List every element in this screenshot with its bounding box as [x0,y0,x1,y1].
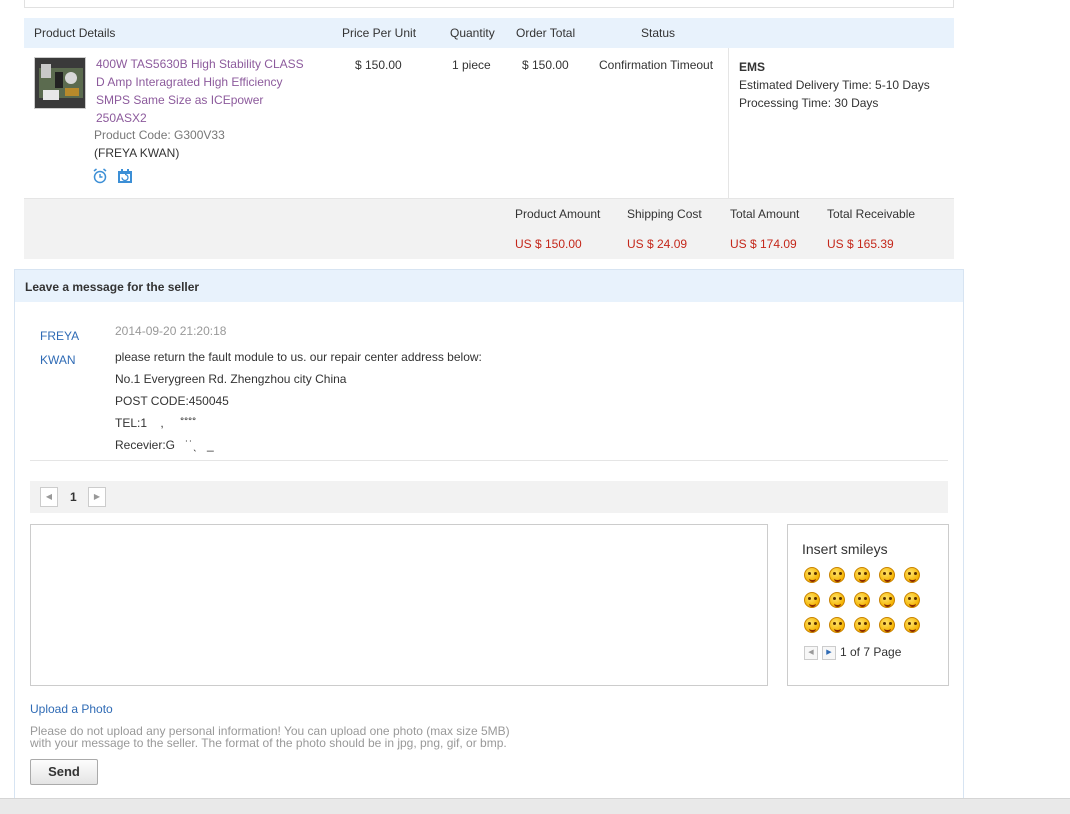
total-receivable-label: Total Receivable [827,207,916,221]
smiley-prev-page-button[interactable]: ◀ [804,646,818,660]
smiley-icon[interactable] [904,567,920,583]
smiley-icon[interactable] [904,617,920,633]
smiley-icon[interactable] [879,567,895,583]
upload-photo-link[interactable]: Upload a Photo [30,702,113,716]
header-price-per-unit: Price Per Unit [342,26,417,40]
page-bottom-bar [0,798,1070,814]
message-timestamp: 2014-09-20 21:20:18 [115,324,227,338]
order-row: 400W TAS5630B High Stability CLASS D Amp… [24,48,954,199]
processing-time-label: Processing Time: [739,96,832,110]
order-total-value: $ 150.00 [522,58,569,72]
smiley-icon[interactable] [854,592,870,608]
header-order-total: Order Total [516,26,576,40]
header-status: Status [641,26,676,40]
message-pagination: ◀ 1 ▶ [30,481,948,513]
previous-section-box [24,0,954,8]
smiley-next-page-button[interactable]: ▶ [822,646,836,660]
product-code: Product Code: G300V33 [94,128,225,142]
message-separator [30,460,948,461]
price-per-unit: $ 150.00 [355,58,402,72]
product-title-line: 400W TAS5630B High Stability CLASS [96,57,304,71]
product-title-line: SMPS Same Size as ICEpower [96,93,264,107]
message-sender[interactable]: FREYA KWAN [40,324,79,372]
smiley-icon[interactable] [829,592,845,608]
prev-page-button[interactable]: ◀ [40,487,58,507]
smiley-icon[interactable] [854,617,870,633]
order-summary: Product Amount Shipping Cost Total Amoun… [24,199,954,259]
total-amount-label: Total Amount [730,207,800,221]
sender-first-name: FREYA [40,329,80,343]
smiley-icon[interactable] [804,567,820,583]
message-panel: Leave a message for the seller FREYA KWA… [14,269,964,814]
upload-note: Please do not upload any personal inform… [30,725,550,749]
processing-time-row: Processing Time: 30 Days [739,94,930,112]
message-panel-title: Leave a message for the seller [25,280,200,294]
product-amount-label: Product Amount [515,207,601,221]
product-thumbnail[interactable] [34,57,86,109]
shipping-method: EMS [739,60,766,74]
calendar-icon[interactable] [117,168,133,187]
upload-note-line: with your message to the seller. The for… [30,736,507,750]
message-line: No.1 Everygreen Rd. Zhengzhou city China [115,372,347,386]
smiley-icon[interactable] [879,592,895,608]
buyer-name: (FREYA KWAN) [94,146,180,160]
smiley-icon[interactable] [829,567,845,583]
alarm-clock-icon[interactable] [92,168,108,187]
processing-time-value: 30 Days [834,96,879,110]
delivery-time-label: Estimated Delivery Time: [739,78,872,92]
smiley-icon[interactable] [879,617,895,633]
quantity-value: 1 piece [452,58,491,72]
smiley-icon[interactable] [804,617,820,633]
sender-last-name: KWAN [40,353,76,367]
smiley-icon[interactable] [804,592,820,608]
header-quantity: Quantity [450,26,495,40]
smiley-icon[interactable] [829,617,845,633]
total-amount-value: US $ 174.09 [730,237,797,251]
total-receivable-value: US $ 165.39 [827,237,894,251]
smiley-page-indicator: 1 of 7 Page [840,645,902,659]
product-action-icons [92,168,139,187]
message-line: Recevier:G ˙˙ˎ _ [115,438,214,452]
send-button[interactable]: Send [30,759,98,785]
next-page-button[interactable]: ▶ [88,487,106,507]
column-divider [728,48,729,198]
header-product-details: Product Details [34,26,116,40]
product-title-line: D Amp Interagrated High Efficiency [96,75,283,89]
product-title-link[interactable]: 400W TAS5630B High Stability CLASS D Amp… [96,55,311,127]
message-line: please return the fault module to us. ou… [115,350,482,364]
delivery-time-value: 5-10 Days [875,78,930,92]
order-table-header: Product Details Price Per Unit Quantity … [24,18,954,48]
shipping-cost-label: Shipping Cost [627,207,702,221]
smiley-picker-title: Insert smileys [802,541,888,557]
message-input[interactable] [30,524,768,686]
smiley-picker: Insert smileys ◀ ▶ 1 of 7 Page [787,524,949,686]
message-body: please return the fault module to us. ou… [115,346,482,456]
message-line: TEL:1 , ˚˚˚˚ [115,416,197,430]
message-line: POST CODE:450045 [115,394,229,408]
message-panel-header: Leave a message for the seller [15,270,963,302]
product-title-line: 250ASX2 [96,111,147,125]
smiley-icon[interactable] [904,592,920,608]
order-status: Confirmation Timeout [599,58,714,72]
product-amount-value: US $ 150.00 [515,237,582,251]
shipping-cost-value: US $ 24.09 [627,237,688,251]
current-page-number[interactable]: 1 [70,490,77,504]
shipping-info: EMS Estimated Delivery Time: 5-10 Days P… [739,58,930,112]
smiley-icon[interactable] [854,567,870,583]
delivery-time-row: Estimated Delivery Time: 5-10 Days [739,76,930,94]
